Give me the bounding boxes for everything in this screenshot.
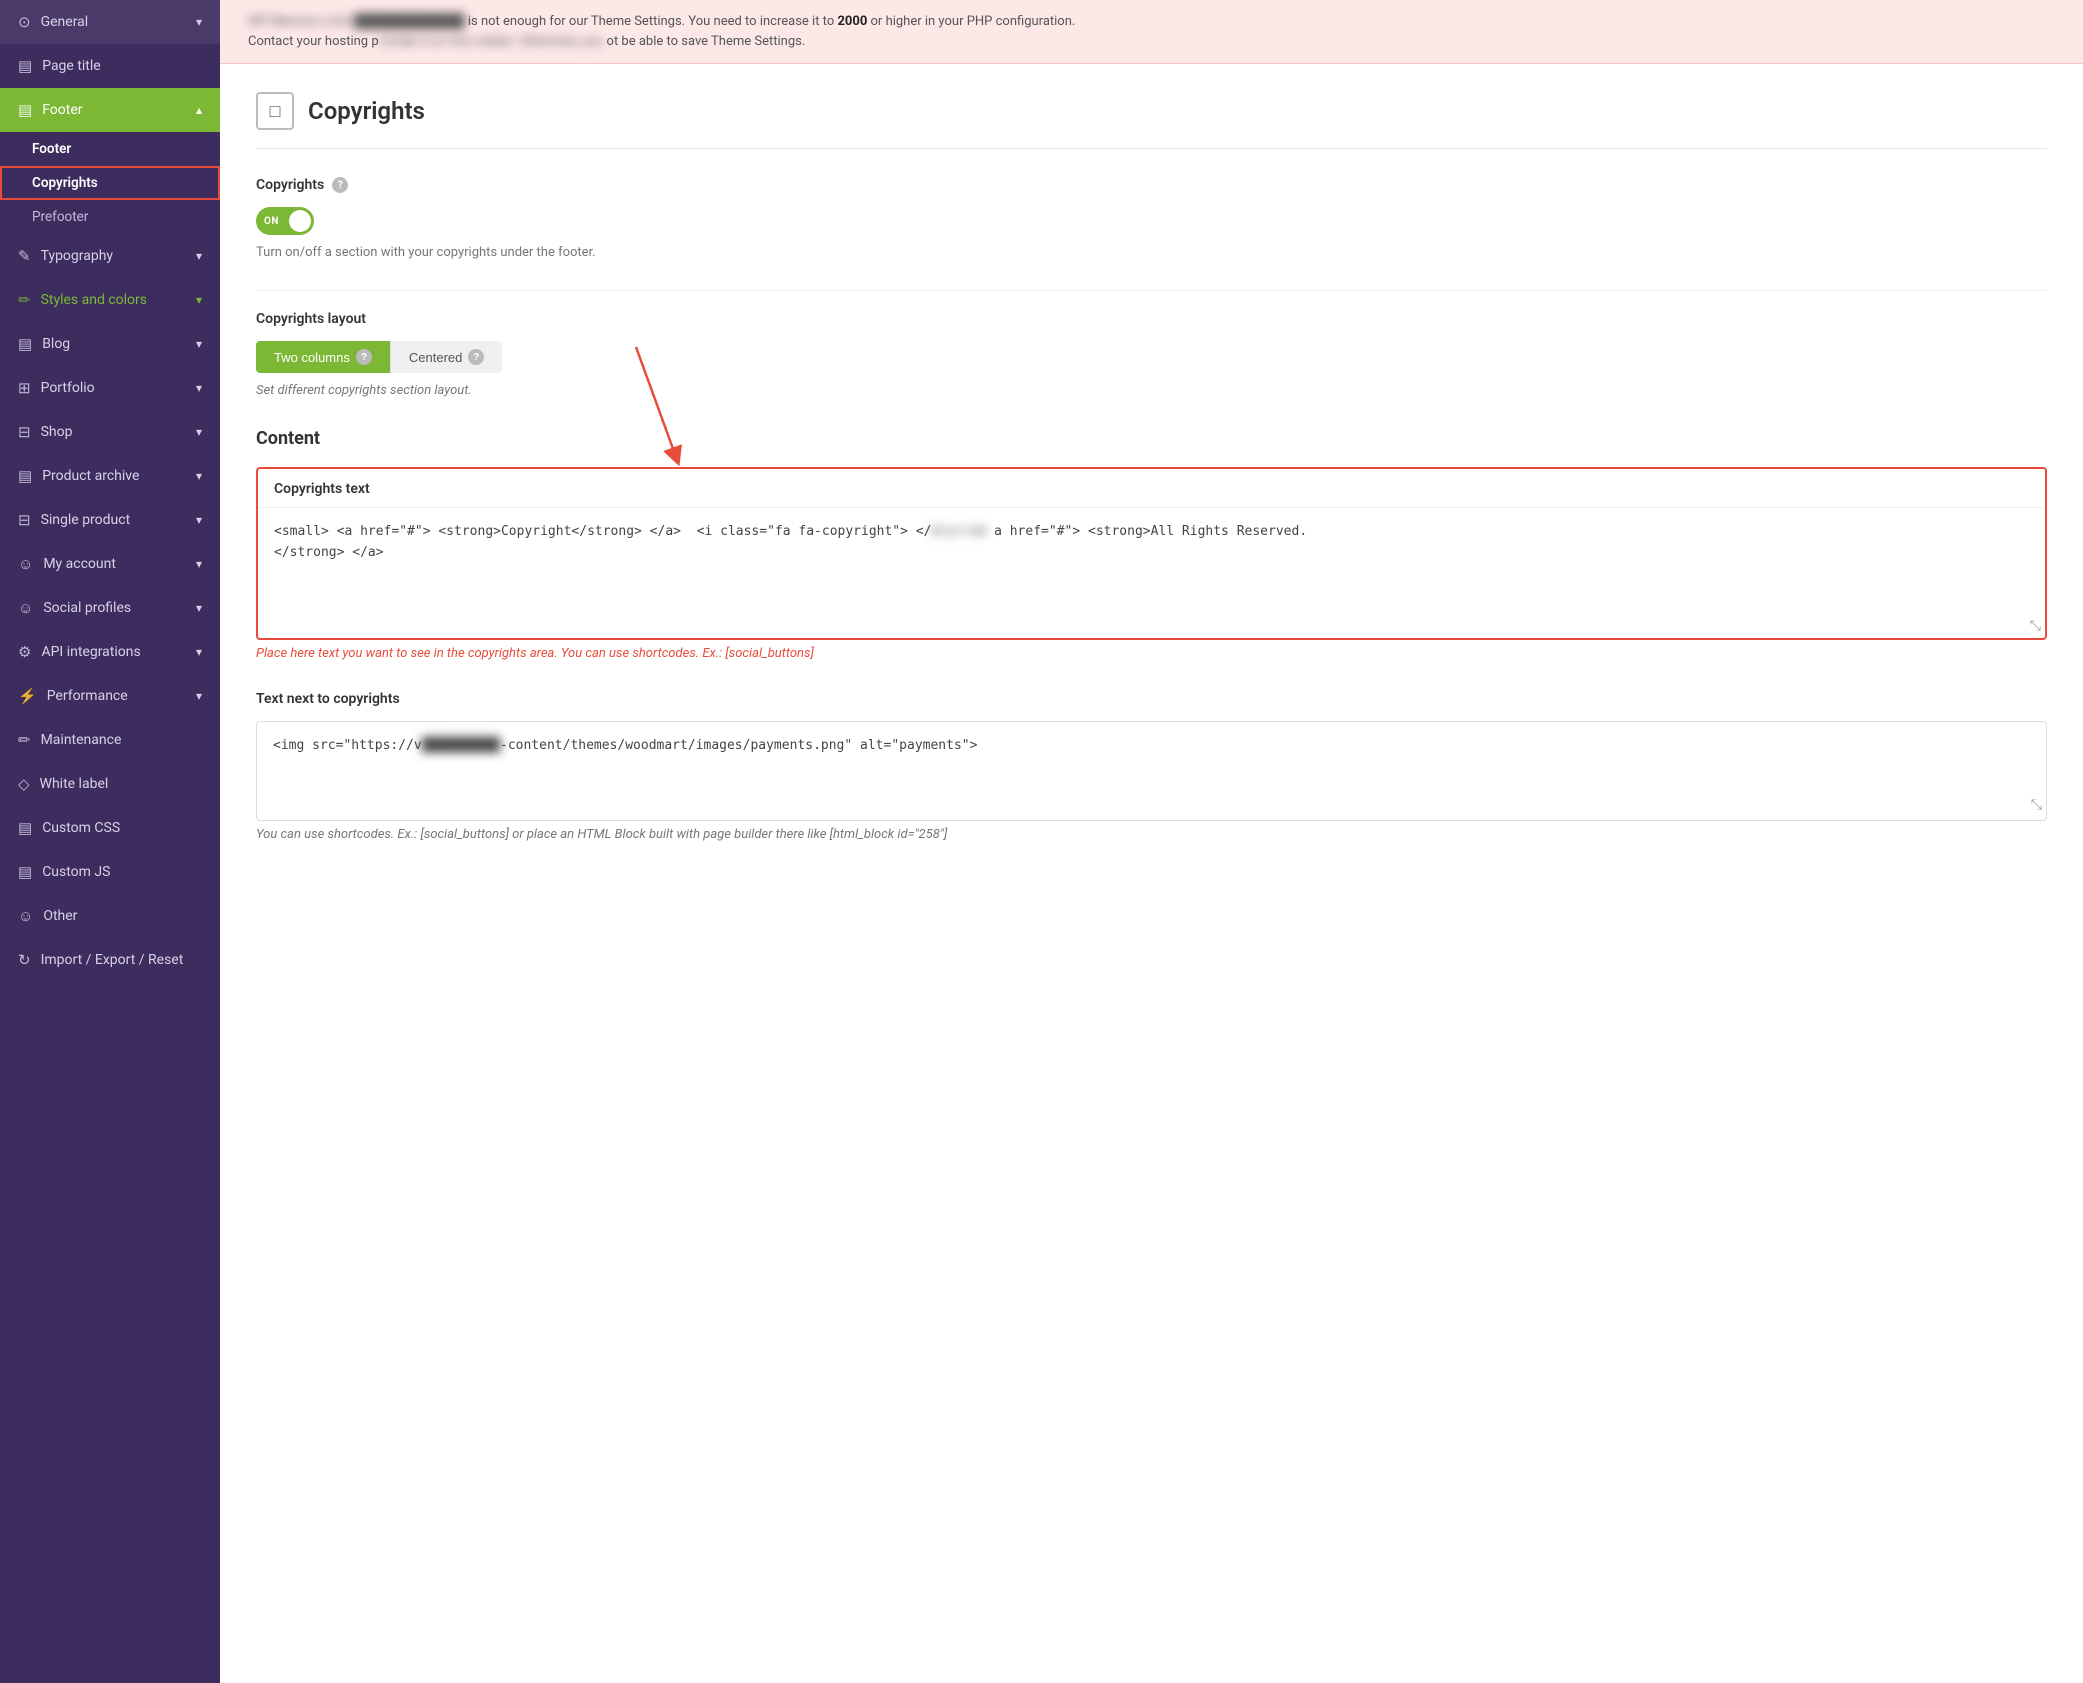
sidebar-item-typography[interactable]: ✎ Typography ▾ [0,234,220,278]
text-next-value: <img src="https://v██████████-content/th… [273,738,977,753]
alert-line2: Contact your hosting provider d on this … [248,34,805,49]
general-icon: ⊙ [18,13,31,31]
content-area: □ Copyrights Copyrights ? ON Turn on/off… [220,64,2083,1683]
main-content: WP Memory Limit ████████████ is not enou… [220,0,2083,1683]
copyrights-section: Copyrights ? ON Turn on/off a section wi… [256,177,2047,260]
sidebar-item-custom-js[interactable]: ▤ Custom JS [0,850,220,894]
sidebar-item-my-account[interactable]: ☺ My account ▾ [0,542,220,586]
blog-icon: ▤ [18,335,32,353]
text-next-box[interactable]: <img src="https://v██████████-content/th… [256,721,2047,821]
layout-btn-group: Two columns ? Centered ? [256,341,2047,373]
sidebar-item-white-label[interactable]: ◇ White label [0,762,220,806]
other-icon: ☺ [18,907,33,925]
sidebar-item-footer-sub[interactable]: Footer [0,132,220,166]
chevron-icon: ▾ [196,469,202,483]
import-export-icon: ↻ [18,951,31,969]
shop-icon: ⊟ [18,423,31,441]
layout-section: Copyrights layout Two columns ? Centered… [256,311,2047,398]
toggle-knob [289,210,311,232]
page-header: □ Copyrights [256,92,2047,149]
centered-help-icon[interactable]: ? [468,349,484,365]
copyrights-help-icon[interactable]: ? [332,177,348,193]
chevron-icon: ▾ [196,557,202,571]
page-icon: □ [256,92,294,130]
sidebar-item-shop[interactable]: ⊟ Shop ▾ [0,410,220,454]
chevron-icon: ▾ [196,15,202,29]
content-title: Content [256,428,2047,449]
centered-button[interactable]: Centered ? [390,341,502,373]
sidebar-item-styles-colors[interactable]: ✏ Styles and colors ▾ [0,278,220,322]
copyrights-toggle[interactable]: ON [256,207,314,235]
page-title: Copyrights [308,97,425,125]
custom-js-icon: ▤ [18,863,32,881]
sidebar-item-general[interactable]: ⊙ General ▾ [0,0,220,44]
resize-handle-2[interactable]: ⤡ [2031,794,2042,816]
sidebar-item-prefooter[interactable]: Prefooter [0,200,220,234]
sidebar-item-blog[interactable]: ▤ Blog ▾ [0,322,220,366]
custom-css-icon: ▤ [18,819,32,837]
copyrights-text-hint: Place here text you want to see in the c… [256,646,2047,661]
toggle-on-label: ON [264,216,279,227]
copyright-text-value: <small> <a href="#"> <strong>Copyright</… [274,524,1307,560]
performance-icon: ⚡ [18,687,37,705]
sidebar-item-footer[interactable]: ▤ Footer ▴ [0,88,220,132]
text-next-hint: You can use shortcodes. Ex.: [social_but… [256,827,2047,842]
copyrights-label: Copyrights ? [256,177,2047,193]
sidebar-item-custom-css[interactable]: ▤ Custom CSS [0,806,220,850]
sidebar-item-import-export[interactable]: ↻ Import / Export / Reset [0,938,220,982]
layout-label: Copyrights layout [256,311,2047,327]
maintenance-icon: ✏ [18,731,31,749]
alert-text: WP Memory Limit ████████████ is not enou… [248,14,1075,29]
sidebar: ⊙ General ▾ ▤ Page title ▤ Footer ▴ Foot… [0,0,220,1683]
two-columns-help-icon[interactable]: ? [356,349,372,365]
copyrights-text-container: Copyrights text <small> <a href="#"> <st… [256,467,2047,640]
sidebar-item-maintenance[interactable]: ✏ Maintenance [0,718,220,762]
chevron-icon: ▾ [196,513,202,527]
sidebar-item-api-integrations[interactable]: ⚙ API integrations ▾ [0,630,220,674]
sidebar-item-portfolio[interactable]: ⊞ Portfolio ▾ [0,366,220,410]
chevron-icon: ▾ [196,645,202,659]
single-product-icon: ⊟ [18,511,31,529]
text-next-section: Text next to copyrights <img src="https:… [256,691,2047,842]
sidebar-item-single-product[interactable]: ⊟ Single product ▾ [0,498,220,542]
product-archive-icon: ▤ [18,467,32,485]
content-section: Content Copyrights text <small> <a href=… [256,428,2047,661]
text-next-label: Text next to copyrights [256,691,2047,707]
api-integrations-icon: ⚙ [18,643,31,661]
page-title-icon: ▤ [18,57,32,75]
divider [256,290,2047,291]
footer-icon: ▤ [18,101,32,119]
copyrights-text-label: Copyrights text [258,469,2045,508]
sidebar-item-page-title[interactable]: ▤ Page title [0,44,220,88]
social-profiles-icon: ☺ [18,599,33,617]
chevron-icon: ▾ [196,689,202,703]
toggle-hint: Turn on/off a section with your copyrigh… [256,245,2047,260]
layout-hint: Set different copyrights section layout. [256,383,2047,398]
sidebar-item-copyrights[interactable]: Copyrights [0,166,220,200]
chevron-icon: ▾ [196,293,202,307]
typography-icon: ✎ [18,247,31,265]
toggle-wrap: ON [256,207,2047,235]
sidebar-item-performance[interactable]: ⚡ Performance ▾ [0,674,220,718]
chevron-icon: ▾ [196,601,202,615]
copyrights-text-body[interactable]: <small> <a href="#"> <strong>Copyright</… [258,508,2045,638]
chevron-icon: ▾ [196,381,202,395]
styles-icon: ✏ [18,291,31,309]
alert-banner: WP Memory Limit ████████████ is not enou… [220,0,2083,64]
sidebar-item-other[interactable]: ☺ Other [0,894,220,938]
white-label-icon: ◇ [18,775,30,793]
resize-handle[interactable]: ⤡ [2030,618,2041,634]
sidebar-item-social-profiles[interactable]: ☺ Social profiles ▾ [0,586,220,630]
two-columns-button[interactable]: Two columns ? [256,341,390,373]
sidebar-item-product-archive[interactable]: ▤ Product archive ▾ [0,454,220,498]
chevron-icon: ▴ [196,103,202,117]
chevron-icon: ▾ [196,249,202,263]
my-account-icon: ☺ [18,555,33,573]
portfolio-icon: ⊞ [18,379,31,397]
chevron-icon: ▾ [196,337,202,351]
chevron-icon: ▾ [196,425,202,439]
